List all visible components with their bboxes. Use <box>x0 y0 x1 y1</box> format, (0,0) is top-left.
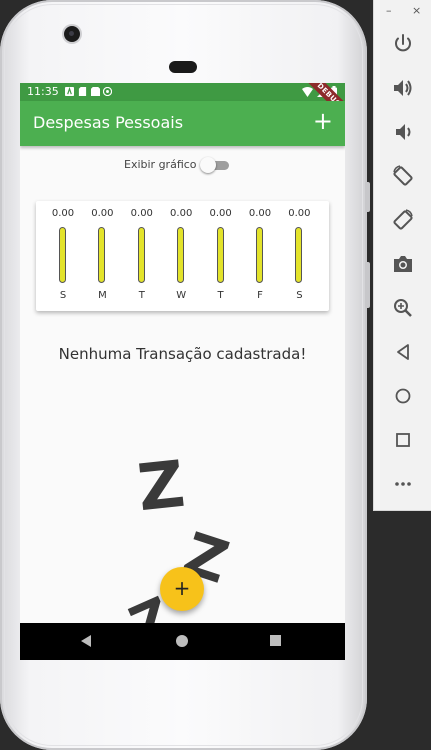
device-screen: 11:35 DEBUG Despesas Pessoais + Exibir g… <box>20 83 345 660</box>
nav-home-icon[interactable] <box>176 635 188 647</box>
status-time: 11:35 <box>27 85 59 98</box>
bar-day-label: T <box>217 290 224 301</box>
chart-bar-column: 0.00 F <box>240 201 280 311</box>
nav-back-icon[interactable] <box>81 635 91 647</box>
chart-toggle-row: Exibir gráfico <box>20 157 345 173</box>
front-camera <box>64 26 80 42</box>
chart-bar-column: 0.00 S <box>43 201 83 311</box>
rotate-left-icon[interactable] <box>391 164 415 188</box>
chart-bar <box>256 227 263 283</box>
chart-bar <box>98 227 106 283</box>
earpiece-speaker <box>169 61 197 73</box>
chart-bar <box>137 227 145 283</box>
empty-state-message: Nenhuma Transação cadastrada! <box>58 345 307 363</box>
add-transaction-button[interactable]: + <box>313 107 333 135</box>
rotate-right-icon[interactable] <box>391 208 415 232</box>
sim-icon <box>91 87 100 96</box>
chart-bar <box>216 227 224 283</box>
volume-up-icon[interactable] <box>391 76 415 100</box>
status-bar: 11:35 DEBUG <box>20 83 345 128</box>
bar-value-label: 0.00 <box>51 208 75 219</box>
overview-icon[interactable] <box>391 428 415 452</box>
bar-value-label: 0.00 <box>170 208 193 219</box>
zzz-letter: Z <box>134 447 189 527</box>
chart-bar <box>177 227 185 283</box>
sd-card-icon <box>78 87 87 96</box>
bar-day-label: M <box>98 290 107 301</box>
emulator-toolbar: – × <box>373 0 431 511</box>
nav-recents-icon[interactable] <box>270 635 281 646</box>
phone-frame: 11:35 DEBUG Despesas Pessoais + Exibir g… <box>0 0 370 750</box>
side-button <box>365 262 370 308</box>
volume-down-icon[interactable] <box>391 120 415 144</box>
chart-bar-column: 0.00 W <box>161 201 201 311</box>
side-button <box>365 182 370 212</box>
switch-thumb <box>200 157 216 173</box>
camera-icon[interactable] <box>391 252 415 276</box>
back-icon[interactable] <box>391 340 415 364</box>
wifi-icon <box>302 86 313 97</box>
chart-bar-column: 0.00 S <box>279 201 319 311</box>
android-nav-bar <box>20 623 345 660</box>
bar-day-label: S <box>59 290 67 301</box>
bar-day-label: T <box>138 290 145 301</box>
bar-day-label: S <box>296 290 303 301</box>
app-title: Despesas Pessoais <box>33 113 184 132</box>
bar-value-label: 0.00 <box>130 208 153 219</box>
bar-value-label: 0.00 <box>91 208 114 219</box>
bar-value-label: 0.00 <box>288 208 311 219</box>
bar-day-label: F <box>257 290 263 301</box>
minimize-button[interactable]: – <box>386 4 392 17</box>
more-icon[interactable] <box>391 472 415 496</box>
chart-toggle-switch[interactable] <box>200 157 229 173</box>
zoom-icon[interactable] <box>391 296 415 320</box>
power-icon[interactable] <box>391 32 415 56</box>
chart-bar-column: 0.00 T <box>122 201 162 311</box>
sync-icon <box>103 87 112 96</box>
bar-value-label: 0.00 <box>248 208 272 219</box>
chart-bar <box>295 227 303 283</box>
chart-bar-column: 0.00 T <box>201 201 241 311</box>
add-fab-button[interactable]: + <box>160 567 204 611</box>
home-icon[interactable] <box>391 384 415 408</box>
notification-a-icon <box>65 87 74 96</box>
close-button[interactable]: × <box>412 4 421 17</box>
bar-day-label: W <box>176 290 187 301</box>
chart-bar <box>59 227 66 283</box>
bar-value-label: 0.00 <box>209 208 232 219</box>
weekly-chart-card: 0.00 S 0.00 M 0.00 T 0.00 W 0.00 T 0.00 F 0.00 S <box>36 201 329 311</box>
chart-bar-column: 0.00 M <box>82 201 122 311</box>
app-bar: Despesas Pessoais + <box>20 101 345 146</box>
chart-toggle-label: Exibir gráfico <box>124 158 197 171</box>
